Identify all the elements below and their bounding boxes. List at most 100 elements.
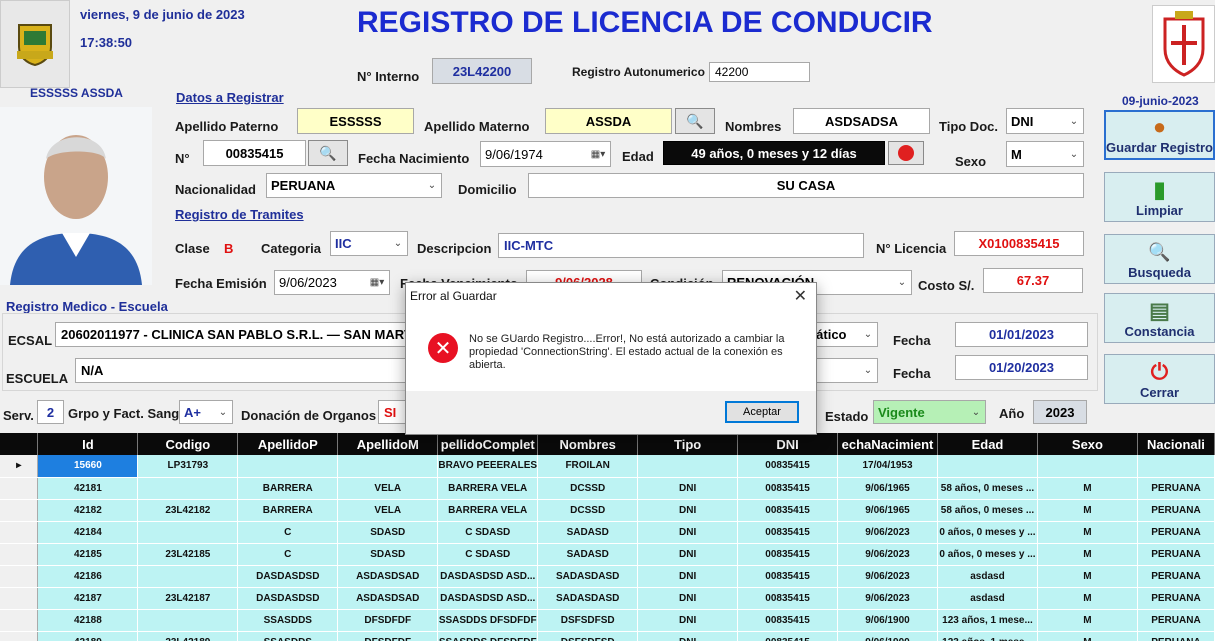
table-cell[interactable]: PERUANA — [1137, 631, 1215, 641]
table-cell[interactable]: DFSDFDF — [337, 631, 439, 641]
table-cell[interactable]: BARRERA VELA — [437, 477, 539, 500]
table-cell[interactable]: 00835415 — [737, 565, 839, 588]
table-cell[interactable] — [337, 455, 439, 478]
table-cell[interactable] — [1137, 455, 1215, 478]
table-row[interactable]: 42188 SSASDDS DFSDFDF SSASDDS DFSDFDF DSFSDF… — [0, 609, 1215, 632]
nombres-field[interactable]: ASDSADSA — [793, 108, 930, 134]
table-cell[interactable]: 00835415 — [737, 499, 839, 522]
table-cell[interactable]: SADASD — [537, 543, 639, 566]
table-cell[interactable]: C SDASD — [437, 521, 539, 544]
table-cell[interactable] — [1037, 455, 1138, 478]
donacion-field[interactable]: SI — [378, 400, 408, 424]
table-cell[interactable]: FROILAN — [537, 455, 639, 478]
fecha-emision-picker[interactable]: 9/06/2023 ▦▾ — [274, 270, 390, 295]
table-cell[interactable] — [937, 455, 1038, 478]
escuela-field[interactable]: N/A — [75, 358, 455, 383]
table-cell[interactable]: ASDASDSAD — [337, 565, 439, 588]
table-cell[interactable]: VELA — [337, 477, 439, 500]
row-selector[interactable] — [0, 587, 39, 610]
column-header[interactable]: ApellidoM — [337, 433, 439, 455]
table-cell[interactable]: 23L42187 — [137, 587, 239, 610]
table-cell[interactable]: 42185 — [37, 543, 139, 566]
column-header[interactable]: Id — [37, 433, 139, 455]
column-header[interactable]: Codigo — [137, 433, 239, 455]
aceptar-button[interactable]: Aceptar — [725, 401, 799, 423]
datos-section-link[interactable]: Datos a Registrar — [176, 90, 284, 105]
table-cell[interactable]: M — [1037, 499, 1138, 522]
table-cell[interactable]: 58 años, 0 meses ... — [937, 477, 1038, 500]
column-header[interactable]: ApellidoP — [237, 433, 339, 455]
table-cell[interactable] — [137, 521, 239, 544]
table-cell[interactable]: 15660 — [37, 455, 139, 478]
column-header[interactable]: Sexo — [1037, 433, 1138, 455]
table-cell[interactable]: BARRERA — [237, 499, 339, 522]
table-cell[interactable]: M — [1037, 477, 1138, 500]
calc-age-button[interactable] — [888, 141, 924, 165]
table-cell[interactable]: 9/06/2023 — [837, 587, 938, 610]
grupo-select[interactable]: A+ ⌄ — [179, 400, 233, 424]
column-header[interactable]: Nombres — [537, 433, 639, 455]
sexo-select[interactable]: M ⌄ — [1006, 141, 1084, 167]
table-cell[interactable]: DNI — [637, 631, 739, 641]
table-cell[interactable]: 00835415 — [737, 521, 839, 544]
column-header[interactable]: DNI — [737, 433, 839, 455]
table-cell[interactable]: 9/06/1900 — [837, 631, 938, 641]
row-selector[interactable] — [0, 565, 39, 588]
table-cell[interactable]: PERUANA — [1137, 477, 1215, 500]
registro-auto-field[interactable]: 42200 — [709, 62, 810, 82]
table-cell[interactable] — [137, 477, 239, 500]
table-cell[interactable]: asdasd — [937, 587, 1038, 610]
table-cell[interactable]: DASDASDSD — [237, 587, 339, 610]
table-cell[interactable]: SDASD — [337, 521, 439, 544]
table-cell[interactable]: DNI — [637, 565, 739, 588]
table-cell[interactable]: BRAVO PEEERALES — [437, 455, 539, 478]
table-cell[interactable]: asdasd — [937, 565, 1038, 588]
table-cell[interactable]: DNI — [637, 543, 739, 566]
table-cell[interactable]: 42188 — [37, 609, 139, 632]
limpiar-button[interactable]: ▮ Limpiar — [1104, 172, 1215, 222]
table-cell[interactable]: BARRERA — [237, 477, 339, 500]
table-cell[interactable]: 00835415 — [737, 455, 839, 478]
table-cell[interactable]: DNI — [637, 609, 739, 632]
table-cell[interactable]: 42181 — [37, 477, 139, 500]
close-icon[interactable]: ✕ — [794, 286, 807, 306]
table-cell[interactable]: 9/06/1900 — [837, 609, 938, 632]
table-cell[interactable]: M — [1037, 521, 1138, 544]
table-cell[interactable]: 00835415 — [737, 587, 839, 610]
table-cell[interactable]: 42186 — [37, 565, 139, 588]
table-cell[interactable]: 23L42182 — [137, 499, 239, 522]
table-cell[interactable]: DNI — [637, 499, 739, 522]
busqueda-button[interactable]: 🔍 Busqueda — [1104, 234, 1215, 284]
descripcion-field[interactable]: IIC-MTC — [498, 233, 864, 258]
n-doc-field[interactable]: 00835415 — [203, 140, 306, 166]
table-cell[interactable]: 17/04/1953 — [837, 455, 938, 478]
table-row[interactable]: 42187 23L42187 DASDASDSD ASDASDSAD DASDASDSD… — [0, 587, 1215, 610]
table-cell[interactable]: PERUANA — [1137, 499, 1215, 522]
table-cell[interactable] — [137, 565, 239, 588]
table-cell[interactable]: DFSDFDF — [337, 609, 439, 632]
column-header[interactable]: echaNacimient — [837, 433, 938, 455]
estado-select[interactable]: Vigente ⌄ — [873, 400, 986, 424]
row-selector[interactable] — [0, 521, 39, 544]
table-cell[interactable]: 42184 — [37, 521, 139, 544]
licencia-field[interactable]: X0100835415 — [954, 231, 1084, 256]
table-cell[interactable]: DCSSD — [537, 499, 639, 522]
costo-field[interactable]: 67.37 — [983, 268, 1083, 293]
fecha1-field[interactable]: 01/01/2023 — [955, 322, 1088, 347]
table-cell[interactable]: LP31793 — [137, 455, 239, 478]
table-cell[interactable]: DNI — [637, 477, 739, 500]
row-selector[interactable] — [0, 609, 39, 632]
table-cell[interactable]: 42182 — [37, 499, 139, 522]
serv-field[interactable]: 2 — [37, 400, 64, 424]
table-cell[interactable]: 9/06/2023 — [837, 521, 938, 544]
table-cell[interactable]: M — [1037, 609, 1138, 632]
table-cell[interactable]: SADASDASD — [537, 587, 639, 610]
column-header[interactable]: Nacionali — [1137, 433, 1215, 455]
table-row[interactable]: 42184 C SDASD C SDASD SADASD DNI 00835415 9/06/… — [0, 521, 1215, 544]
table-cell[interactable]: 123 años, 1 mese... — [937, 609, 1038, 632]
table-cell[interactable]: 23L42185 — [137, 543, 239, 566]
table-cell[interactable]: C SDASD — [437, 543, 539, 566]
table-cell[interactable]: BARRERA VELA — [437, 499, 539, 522]
table-cell[interactable]: M — [1037, 631, 1138, 641]
row-selector[interactable]: ▸ — [0, 455, 39, 478]
